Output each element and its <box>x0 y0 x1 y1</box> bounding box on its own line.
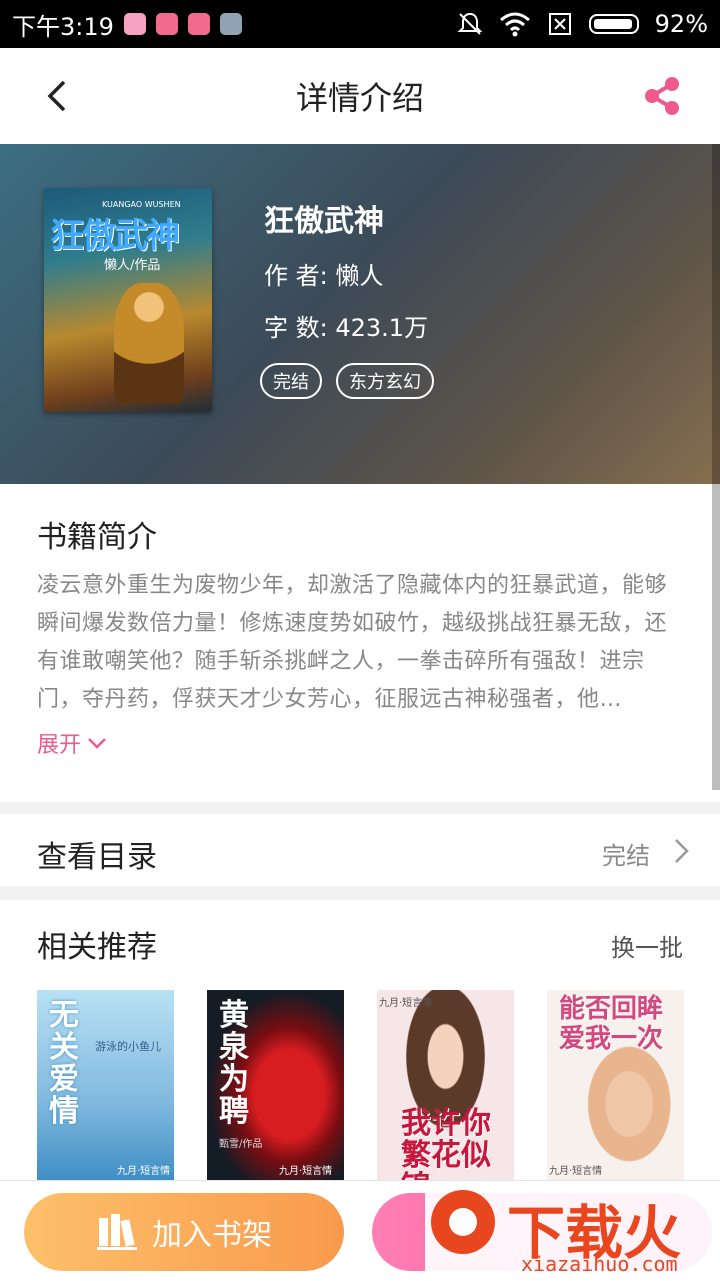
share-icon[interactable] <box>640 74 684 118</box>
notification-app-icon <box>123 13 146 35</box>
rec-book-3-title: 我许你繁花似锦 <box>401 1106 491 1181</box>
rec-book-1-title: 无关爱情 <box>49 998 79 1129</box>
add-to-shelf-label: 加入书架 <box>152 1218 272 1253</box>
catalog-label: 查看目录 <box>37 840 157 875</box>
tag-genre[interactable]: 东方玄幻 <box>336 363 434 399</box>
book-header: KUANGAO WUSHEN 狂傲武神 懒人/作品 狂傲武神 作 者: 懒人 字… <box>0 144 720 484</box>
add-to-shelf-button[interactable]: 加入书架 <box>24 1193 344 1271</box>
expand-button[interactable]: 展开 <box>37 727 107 759</box>
rec-book-2-title: 黄泉为聘 <box>219 998 249 1129</box>
rec-book-4-publisher: 九月·短言情 <box>549 1166 603 1177</box>
page-title: 详情介绍 <box>295 79 424 117</box>
book-cover: KUANGAO WUSHEN 狂傲武神 懒人/作品 <box>44 188 212 412</box>
recommend-book-2[interactable]: 黄泉为聘 甄雪/作品 九月·短言情 <box>207 990 344 1180</box>
nav-bar: 详情介绍 <box>0 48 720 144</box>
calculator-app-icon <box>219 13 242 35</box>
author-label: 作 者: <box>264 262 328 290</box>
battery-percent: 92% <box>654 10 708 38</box>
author-name: 懒人 <box>335 262 384 290</box>
video-app-icon-2 <box>187 13 210 35</box>
book-author-row: 作 者: 懒人 <box>264 256 383 291</box>
watermark-url: xiazaihuo.com <box>521 1252 678 1276</box>
refresh-batch-button[interactable]: 换一批 <box>611 928 683 963</box>
video-app-icon <box>155 13 178 35</box>
wordcount-label: 字 数: <box>264 314 328 342</box>
no-sim-icon <box>548 13 571 35</box>
rec-book-4-title: 能否回眸爱我一次 <box>559 994 664 1054</box>
scrollbar[interactable] <box>712 484 720 790</box>
cover-author-art: 懒人/作品 <box>104 258 161 273</box>
cover-character-art <box>114 283 184 403</box>
book-wordcount-row: 字 数: 423.1万 <box>264 308 428 343</box>
wordcount-value: 423.1万 <box>335 314 429 342</box>
rec-book-1-sub: 游泳的小鱼儿 <box>95 1040 161 1053</box>
rec-book-2-sub: 甄雪/作品 <box>219 1139 263 1150</box>
bookshelf-icon <box>97 1214 137 1250</box>
back-arrow-icon[interactable] <box>40 76 80 116</box>
book-title: 狂傲武神 <box>264 204 384 239</box>
mute-icon <box>457 12 483 35</box>
tag-status[interactable]: 完结 <box>260 363 322 399</box>
status-time: 下午3:19 <box>12 12 114 41</box>
recommend-book-1[interactable]: 无关爱情 游泳的小鱼儿 九月·短言情 <box>37 990 174 1180</box>
recommend-book-4[interactable]: 能否回眸爱我一次 九月·短言情 <box>547 990 684 1180</box>
rec-book-3-publisher: 九月·短言情 <box>379 998 433 1009</box>
expand-label: 展开 <box>37 733 82 758</box>
rec-book-2-publisher: 九月·短言情 <box>279 1166 333 1177</box>
intro-heading: 书籍简介 <box>37 520 157 555</box>
scrollbar-track <box>712 144 720 484</box>
watermark: 下载火 xiazaihuo.com <box>425 1186 720 1280</box>
battery-icon <box>588 14 639 34</box>
rec-book-1-publisher: 九月·短言情 <box>117 1166 171 1177</box>
status-bar: 下午3:19 92% <box>0 0 720 48</box>
cover-title-art: 狂傲武神 <box>50 216 180 256</box>
book-intro-section: 书籍简介 凌云意外重生为废物少年，却激活了隐藏体内的狂暴武道，能够瞬间爆发数倍力… <box>0 484 720 802</box>
recommend-heading: 相关推荐 <box>37 930 157 965</box>
chevron-right-icon <box>675 839 689 863</box>
catalog-row[interactable]: 查看目录 完结 <box>0 814 720 886</box>
chevron-down-icon <box>88 738 106 749</box>
watermark-logo-icon <box>431 1190 495 1254</box>
recommend-book-3[interactable]: 九月·短言情 我许你繁花似锦 <box>377 990 514 1180</box>
catalog-status: 完结 <box>602 842 650 870</box>
intro-text: 凌云意外重生为废物少年，却激活了隐藏体内的狂暴武道，能够瞬间爆发数倍力量！修炼速… <box>37 573 668 712</box>
wifi-icon <box>499 12 530 37</box>
